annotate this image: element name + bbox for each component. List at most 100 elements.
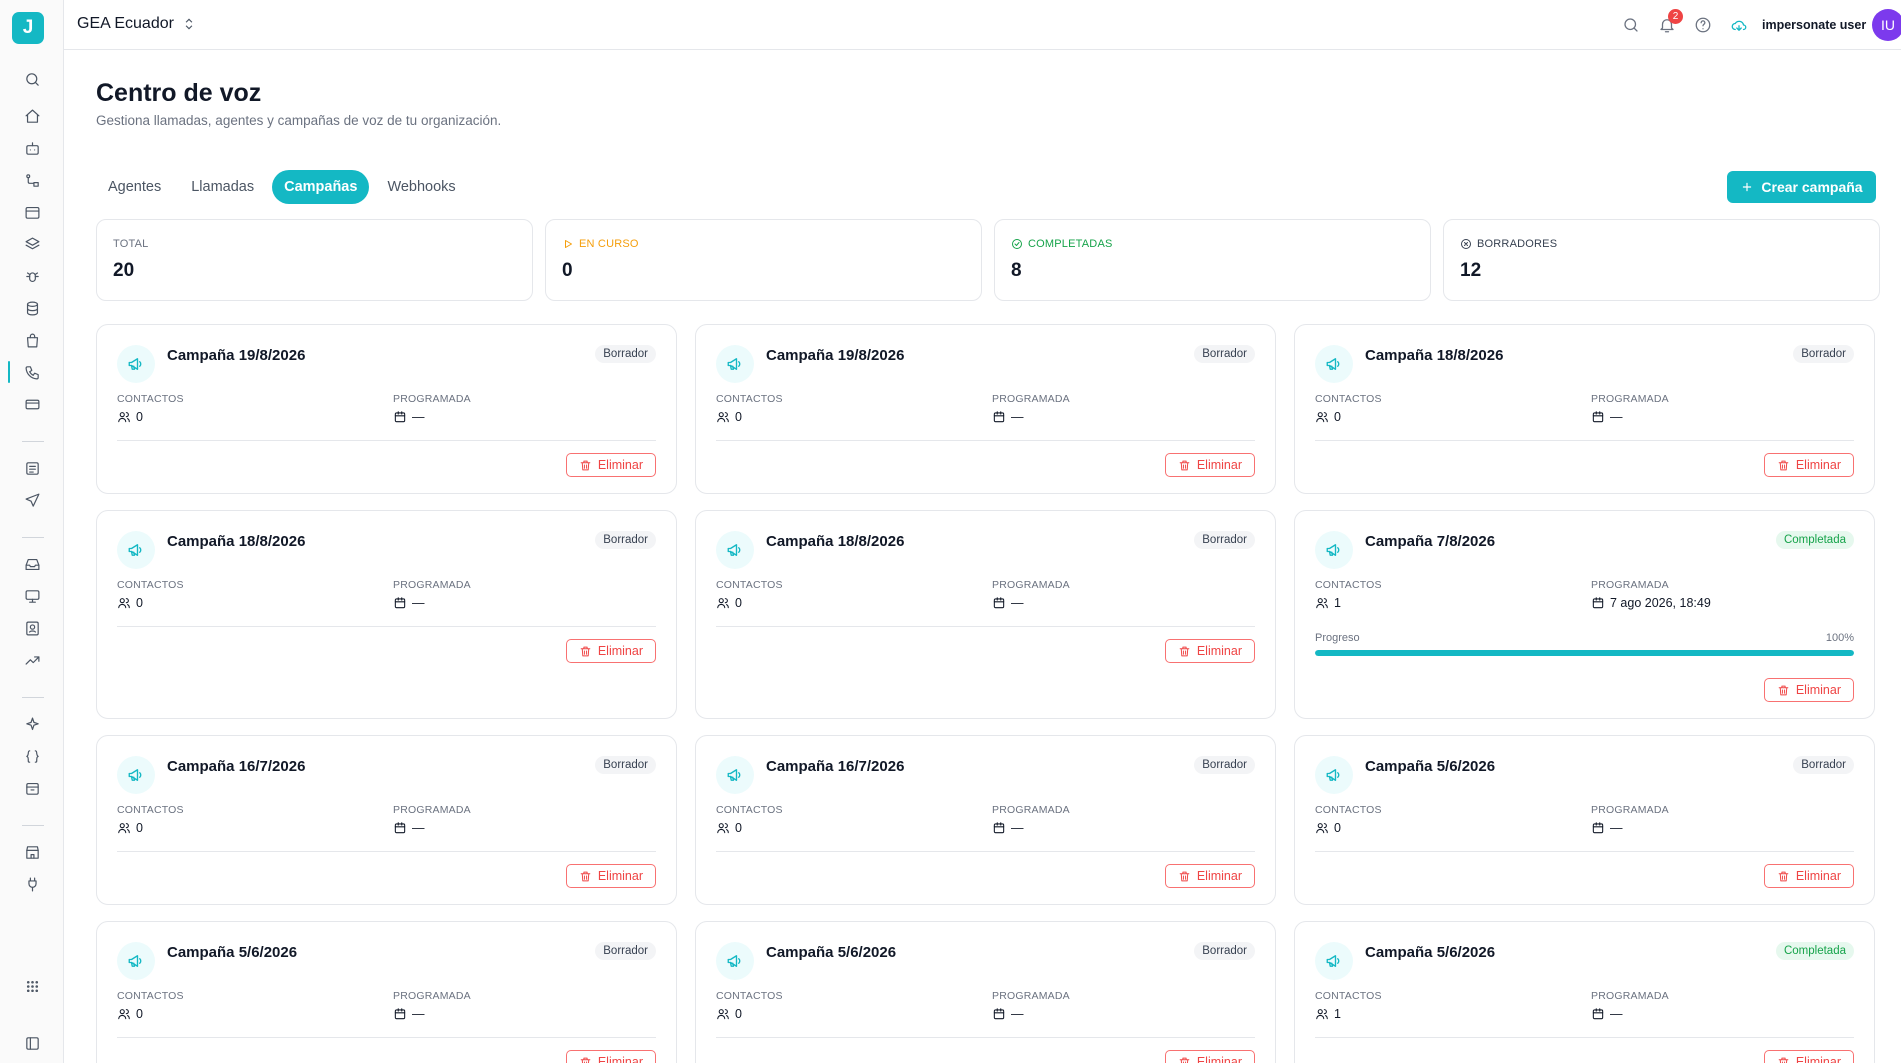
campaign-title[interactable]: Campaña 19/8/2026 xyxy=(766,347,1194,364)
delete-button[interactable]: Eliminar xyxy=(1763,678,1854,702)
campaign-card[interactable]: Campaña 5/6/2026 Borrador CONTACTOS 0 PROGRA… xyxy=(96,921,677,1063)
stat-value: 0 xyxy=(562,260,573,281)
store-icon[interactable] xyxy=(20,840,44,864)
grid-icon[interactable] xyxy=(20,974,44,998)
delete-button[interactable]: Eliminar xyxy=(565,1050,656,1063)
delete-button[interactable]: Eliminar xyxy=(1763,453,1854,477)
contacts-label: CONTACTOS xyxy=(1315,579,1382,591)
contacts-count: 0 xyxy=(136,1007,143,1021)
tab-webhooks[interactable]: Webhooks xyxy=(375,170,467,204)
campaign-title[interactable]: Campaña 16/7/2026 xyxy=(766,758,1194,775)
campaign-card[interactable]: Campaña 5/6/2026 Borrador CONTACTOS 0 PROGRA… xyxy=(1294,735,1875,905)
contacts-label: CONTACTOS xyxy=(117,990,184,1002)
delete-button[interactable]: Eliminar xyxy=(1164,453,1255,477)
campaign-card[interactable]: Campaña 18/8/2026 Borrador CONTACTOS 0 PROGR… xyxy=(96,510,677,719)
status-badge: Borrador xyxy=(1793,756,1854,774)
stat-label-text: TOTAL xyxy=(113,238,149,250)
workflow-icon[interactable] xyxy=(20,168,44,192)
avatar[interactable]: IU xyxy=(1872,9,1901,41)
sidebar-divider xyxy=(22,697,44,698)
panel-icon[interactable] xyxy=(20,1031,44,1055)
campaign-title[interactable]: Campaña 18/8/2026 xyxy=(1365,347,1793,364)
tab-llamadas[interactable]: Llamadas xyxy=(179,170,266,204)
delete-button[interactable]: Eliminar xyxy=(565,639,656,663)
database-icon[interactable] xyxy=(20,296,44,320)
phone-icon[interactable] xyxy=(20,360,44,384)
delete-button[interactable]: Eliminar xyxy=(1763,864,1854,888)
cloud-sync-icon[interactable] xyxy=(1728,14,1750,36)
megaphone-icon xyxy=(1326,544,1340,556)
plug-icon[interactable] xyxy=(20,872,44,896)
bug-icon[interactable] xyxy=(20,264,44,288)
campaign-card[interactable]: Campaña 5/6/2026 Borrador CONTACTOS 0 PROGRA… xyxy=(695,921,1276,1063)
campaign-card[interactable]: Campaña 16/7/2026 Borrador CONTACTOS 0 PROGR… xyxy=(695,735,1276,905)
campaign-card[interactable]: Campaña 5/6/2026 Completada CONTACTOS 1 PROG… xyxy=(1294,921,1875,1063)
create-campaign-button[interactable]: Crear campaña xyxy=(1727,171,1876,203)
megaphone-icon xyxy=(727,955,741,967)
list-icon[interactable] xyxy=(20,456,44,480)
app-logo[interactable]: J xyxy=(12,12,44,44)
send-icon[interactable] xyxy=(20,488,44,512)
card-icon[interactable] xyxy=(20,392,44,416)
trash-icon xyxy=(580,871,591,881)
bot-icon[interactable] xyxy=(20,136,44,160)
contacts-label: CONTACTOS xyxy=(716,393,783,405)
campaign-card[interactable]: Campaña 19/8/2026 Borrador CONTACTOS 0 PROGR… xyxy=(695,324,1276,494)
tab-agentes[interactable]: Agentes xyxy=(96,170,173,204)
package-icon[interactable] xyxy=(20,776,44,800)
sparkle-icon[interactable] xyxy=(20,712,44,736)
campaign-card[interactable]: Campaña 18/8/2026 Borrador CONTACTOS 0 PROGR… xyxy=(1294,324,1875,494)
delete-button[interactable]: Eliminar xyxy=(1164,1050,1255,1063)
campaign-title[interactable]: Campaña 5/6/2026 xyxy=(766,944,1194,961)
home-icon[interactable] xyxy=(20,104,44,128)
campaign-title[interactable]: Campaña 18/8/2026 xyxy=(766,533,1194,550)
trending-icon[interactable] xyxy=(20,648,44,672)
campaign-title[interactable]: Campaña 19/8/2026 xyxy=(167,347,595,364)
scheduled-value: — xyxy=(1610,410,1623,424)
users-icon xyxy=(1316,412,1328,423)
campaign-card[interactable]: Campaña 18/8/2026 Borrador CONTACTOS 0 PROGR… xyxy=(695,510,1276,719)
campaign-title[interactable]: Campaña 5/6/2026 xyxy=(1365,944,1776,961)
campaign-title[interactable]: Campaña 7/8/2026 xyxy=(1365,533,1776,550)
status-badge: Borrador xyxy=(595,942,656,960)
play-icon xyxy=(565,240,572,248)
campaign-title[interactable]: Campaña 5/6/2026 xyxy=(1365,758,1793,775)
bag-icon[interactable] xyxy=(20,328,44,352)
contacts-count: 0 xyxy=(735,410,742,424)
delete-label: Eliminar xyxy=(1196,458,1242,472)
tab-campanas[interactable]: Campañas xyxy=(272,170,370,204)
stat-label-text: EN CURSO xyxy=(579,238,639,250)
monitor-icon[interactable] xyxy=(20,584,44,608)
delete-button[interactable]: Eliminar xyxy=(1164,639,1255,663)
header-search-icon[interactable] xyxy=(1620,14,1642,36)
delete-button[interactable]: Eliminar xyxy=(1164,864,1255,888)
contact-icon[interactable] xyxy=(20,616,44,640)
status-badge: Borrador xyxy=(1194,345,1255,363)
help-icon[interactable] xyxy=(1692,14,1714,36)
layers-icon[interactable] xyxy=(20,232,44,256)
bell-icon[interactable]: 2 xyxy=(1656,9,1683,36)
campaign-icon-wrap xyxy=(117,345,155,383)
delete-label: Eliminar xyxy=(597,869,643,883)
inbox-icon[interactable] xyxy=(20,552,44,576)
campaign-icon-wrap xyxy=(716,531,754,569)
delete-button[interactable]: Eliminar xyxy=(1763,1050,1854,1063)
status-badge: Completada xyxy=(1775,942,1854,960)
braces-icon[interactable] xyxy=(20,744,44,768)
delete-label: Eliminar xyxy=(1795,458,1841,472)
search-icon[interactable] xyxy=(20,67,44,91)
contacts-label: CONTACTOS xyxy=(1315,393,1382,405)
archive-icon[interactable] xyxy=(20,200,44,224)
campaign-card[interactable]: Campaña 19/8/2026 Borrador CONTACTOS 0 PROGR… xyxy=(96,324,677,494)
campaign-title[interactable]: Campaña 5/6/2026 xyxy=(167,944,595,961)
campaign-card[interactable]: Campaña 7/8/2026 Completada CONTACTOS 1 PROG… xyxy=(1294,510,1875,719)
delete-button[interactable]: Eliminar xyxy=(565,453,656,477)
org-switcher[interactable]: GEA Ecuador xyxy=(77,15,196,33)
delete-button[interactable]: Eliminar xyxy=(565,864,656,888)
user-name[interactable]: impersonate user xyxy=(1762,18,1866,32)
campaign-title[interactable]: Campaña 16/7/2026 xyxy=(167,758,595,775)
campaign-title[interactable]: Campaña 18/8/2026 xyxy=(167,533,595,550)
scheduled-label: PROGRAMADA xyxy=(992,393,1070,405)
campaign-card[interactable]: Campaña 16/7/2026 Borrador CONTACTOS 0 PROGR… xyxy=(96,735,677,905)
sidebar-divider xyxy=(22,441,44,442)
